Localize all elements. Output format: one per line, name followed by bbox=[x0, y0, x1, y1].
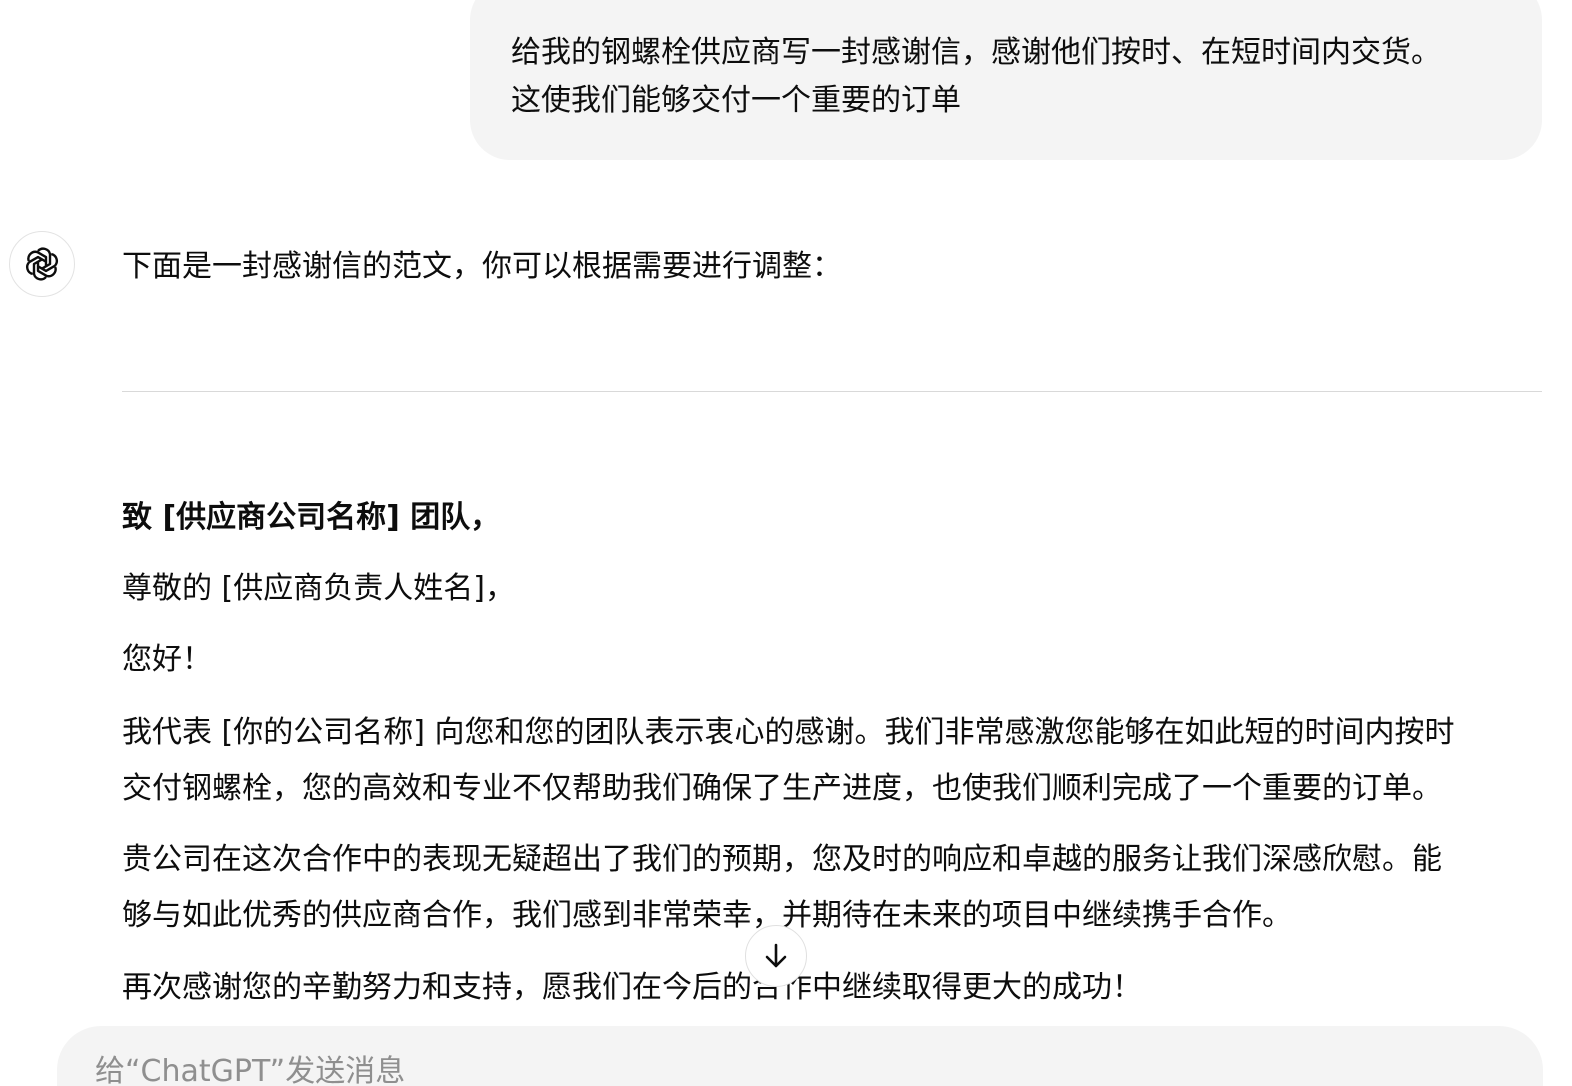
openai-logo-icon bbox=[26, 247, 58, 281]
paragraph-line: 够与如此优秀的供应商合作，我们感到非常荣幸，并期待在未来的项目中继续携手合作。 bbox=[122, 898, 1292, 933]
chat-page: 给我的钢螺栓供应商写一封感谢信，感谢他们按时、在短时间内交货。 这使我们能够交付… bbox=[0, 0, 1572, 1086]
scroll-to-bottom-button[interactable] bbox=[745, 925, 807, 987]
assistant-intro-text: 下面是一封感谢信的范文，你可以根据需要进行调整： bbox=[122, 249, 842, 284]
user-message-bubble: 给我的钢螺栓供应商写一封感谢信，感谢他们按时、在短时间内交货。 这使我们能够交付… bbox=[470, 0, 1542, 160]
divider bbox=[122, 391, 1542, 392]
user-message-line: 这使我们能够交付一个重要的订单 bbox=[511, 83, 961, 118]
user-message-line: 给我的钢螺栓供应商写一封感谢信，感谢他们按时、在短时间内交货。 bbox=[511, 35, 1441, 70]
assistant-avatar bbox=[9, 231, 75, 297]
letter-paragraph-2: 贵公司在这次合作中的表现无疑超出了我们的预期，您及时的响应和卓越的服务让我们深感… bbox=[122, 832, 1552, 944]
letter-heading: 致 [供应商公司名称] 团队， bbox=[122, 500, 501, 535]
paragraph-line: 贵公司在这次合作中的表现无疑超出了我们的预期，您及时的响应和卓越的服务让我们深感… bbox=[122, 842, 1442, 877]
message-input[interactable] bbox=[95, 1054, 1475, 1086]
paragraph-line: 交付钢螺栓，您的高效和专业不仅帮助我们确保了生产进度，也使我们顺利完成了一个重要… bbox=[122, 771, 1442, 806]
letter-paragraph-1: 我代表 [你的公司名称] 向您和您的团队表示衷心的感谢。我们非常感激您能够在如此… bbox=[122, 705, 1552, 817]
arrow-down-icon bbox=[765, 943, 787, 968]
letter-salutation: 尊敬的 [供应商负责人姓名]， bbox=[122, 571, 515, 606]
letter-closing: 再次感谢您的辛勤努力和支持，愿我们在今后的合作中继续取得更大的成功！ bbox=[122, 970, 1142, 1005]
letter-greeting: 您好！ bbox=[122, 642, 212, 677]
message-composer bbox=[57, 1026, 1543, 1086]
paragraph-line: 我代表 [你的公司名称] 向您和您的团队表示衷心的感谢。我们非常感激您能够在如此… bbox=[122, 715, 1455, 750]
